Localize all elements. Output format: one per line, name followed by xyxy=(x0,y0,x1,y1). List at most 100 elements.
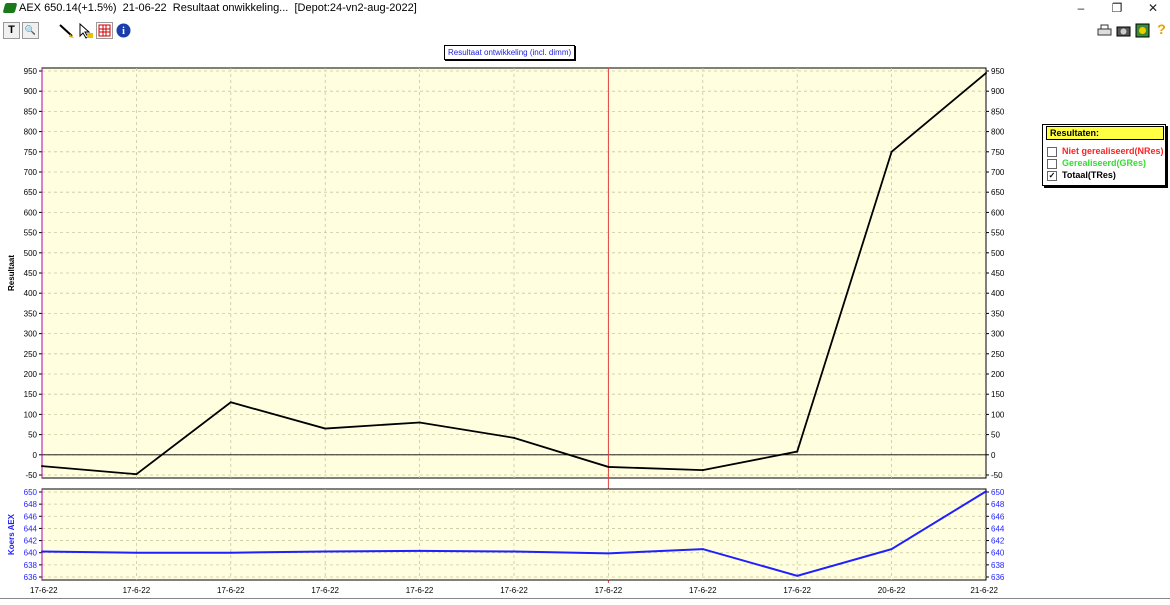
resultaat-ytick-left: 500 xyxy=(24,249,38,258)
resultaat-ytick-right: 50 xyxy=(991,431,1000,440)
resultaat-data-point xyxy=(796,450,799,453)
resultaat-ytick-right: 450 xyxy=(991,269,1005,278)
resultaat-ytick-left: 600 xyxy=(24,208,38,217)
x-tick-label: 17-6-22 xyxy=(500,586,528,595)
resultaat-ytick-left: 350 xyxy=(24,309,38,318)
resultaat-ytick-right: 0 xyxy=(991,451,996,460)
x-tick-label: 17-6-22 xyxy=(30,586,58,595)
koers-data-point xyxy=(135,551,138,554)
koers-ytick-left: 650 xyxy=(24,488,38,497)
resultaat-ytick-right: 250 xyxy=(991,350,1005,359)
x-tick-label: 17-6-22 xyxy=(311,586,339,595)
legend-item-tres[interactable]: ✓ Totaal(TRes) xyxy=(1047,169,1116,181)
legend-item-nres[interactable]: Niet gerealiseerd(NRes) xyxy=(1047,145,1164,157)
resultaat-ytick-right: 550 xyxy=(991,229,1005,238)
legend: Resultaten: Niet gerealiseerd(NRes) Gere… xyxy=(1042,124,1166,186)
x-tick-label: 17-6-22 xyxy=(406,586,434,595)
resultaat-ytick-right: 400 xyxy=(991,289,1005,298)
koers-data-point xyxy=(229,551,232,554)
koers-ytick-left: 646 xyxy=(24,512,38,521)
resultaat-ytick-left: 900 xyxy=(24,87,38,96)
legend-item-gres[interactable]: Gerealiseerd(GRes) xyxy=(1047,157,1146,169)
resultaat-ytick-left: 0 xyxy=(33,451,38,460)
resultaat-ytick-left: 300 xyxy=(24,330,38,339)
koers-ytick-right: 648 xyxy=(991,500,1005,509)
checkbox-gres[interactable] xyxy=(1047,158,1057,169)
resultaat-ytick-right: 600 xyxy=(991,208,1005,217)
resultaat-ytick-right: -50 xyxy=(991,471,1003,480)
legend-label-tres: Totaal(TRes) xyxy=(1062,170,1116,180)
koers-data-point xyxy=(701,548,704,551)
x-tick-label: 21-6-22 xyxy=(970,586,998,595)
resultaat-ytick-left: -50 xyxy=(25,471,37,480)
koers-data-point xyxy=(796,574,799,577)
resultaat-data-point xyxy=(890,150,893,153)
status-divider xyxy=(0,598,1170,599)
resultaat-ytick-right: 950 xyxy=(991,67,1005,76)
x-tick-label: 17-6-22 xyxy=(595,586,623,595)
koers-ytick-left: 642 xyxy=(24,537,38,546)
resultaat-ytick-right: 200 xyxy=(991,370,1005,379)
koers-ytick-right: 638 xyxy=(991,561,1005,570)
koers-data-point xyxy=(418,549,421,552)
resultaat-ytick-left: 100 xyxy=(24,410,38,419)
resultaat-data-point xyxy=(513,436,515,439)
koers-ytick-right: 646 xyxy=(991,512,1005,521)
checkbox-tres[interactable]: ✓ xyxy=(1047,170,1057,181)
resultaat-ytick-left: 750 xyxy=(24,148,38,157)
koers-data-point xyxy=(890,548,893,551)
resultaat-ytick-right: 500 xyxy=(991,249,1005,258)
resultaat-data-point xyxy=(418,421,421,424)
koers-ytick-left: 648 xyxy=(24,500,38,509)
resultaat-data-point xyxy=(607,465,610,468)
koers-ytick-right: 642 xyxy=(991,537,1005,546)
resultaat-ytick-right: 800 xyxy=(991,128,1005,137)
resultaat-data-point xyxy=(985,72,987,75)
chart-canvas: -50 -50 0 0 50 50 100 100 150 150 200 200 250 250 300 3… xyxy=(7,67,1005,595)
legend-header: Resultaten: xyxy=(1046,126,1164,140)
koers-data-point xyxy=(513,550,515,553)
x-tick-label: 20-6-22 xyxy=(878,586,906,595)
resultaat-ytick-right: 100 xyxy=(991,410,1005,419)
resultaat-ytick-left: 650 xyxy=(24,188,38,197)
resultaat-ytick-right: 750 xyxy=(991,148,1005,157)
x-tick-label: 17-6-22 xyxy=(783,586,811,595)
x-tick-label: 17-6-22 xyxy=(123,586,151,595)
koers-data-point xyxy=(324,550,327,553)
resultaat-data-point xyxy=(324,427,327,430)
resultaat-ytick-left: 800 xyxy=(24,128,38,137)
koers-ytick-left: 640 xyxy=(24,549,38,558)
koers-ytick-right: 640 xyxy=(991,549,1005,558)
resultaat-ytick-left: 250 xyxy=(24,350,38,359)
resultaat-ytick-right: 300 xyxy=(991,330,1005,339)
resultaat-ytick-left: 50 xyxy=(28,431,37,440)
koers-y-axis-label: Koers AEX xyxy=(7,513,16,555)
koers-ytick-right: 636 xyxy=(991,573,1005,582)
koers-ytick-right: 650 xyxy=(991,488,1005,497)
koers-ytick-left: 638 xyxy=(24,561,38,570)
x-tick-label: 17-6-22 xyxy=(217,586,245,595)
koers-ytick-left: 636 xyxy=(24,573,38,582)
koers-ytick-left: 644 xyxy=(24,524,38,533)
resultaat-ytick-left: 400 xyxy=(24,289,38,298)
resultaat-data-point xyxy=(41,465,43,468)
resultaat-ytick-right: 350 xyxy=(991,309,1005,318)
resultaat-ytick-right: 900 xyxy=(991,87,1005,96)
resultaat-ytick-left: 950 xyxy=(24,67,38,76)
x-tick-label: 17-6-22 xyxy=(689,586,717,595)
resultaat-ytick-left: 550 xyxy=(24,229,38,238)
resultaat-ytick-right: 850 xyxy=(991,107,1005,116)
koers-data-point xyxy=(607,552,610,555)
resultaat-data-point xyxy=(701,469,704,472)
resultaat-ytick-left: 150 xyxy=(24,390,38,399)
resultaat-ytick-left: 200 xyxy=(24,370,38,379)
resultaat-data-point xyxy=(135,473,138,476)
resultaat-ytick-right: 150 xyxy=(991,390,1005,399)
koers-ytick-right: 644 xyxy=(991,524,1005,533)
resultaat-y-axis-label: Resultaat xyxy=(7,255,16,291)
resultaat-data-point xyxy=(229,401,232,404)
resultaat-ytick-right: 700 xyxy=(991,168,1005,177)
resultaat-ytick-left: 700 xyxy=(24,168,38,177)
legend-label-gres: Gerealiseerd(GRes) xyxy=(1062,158,1147,168)
checkbox-nres[interactable] xyxy=(1047,146,1057,157)
